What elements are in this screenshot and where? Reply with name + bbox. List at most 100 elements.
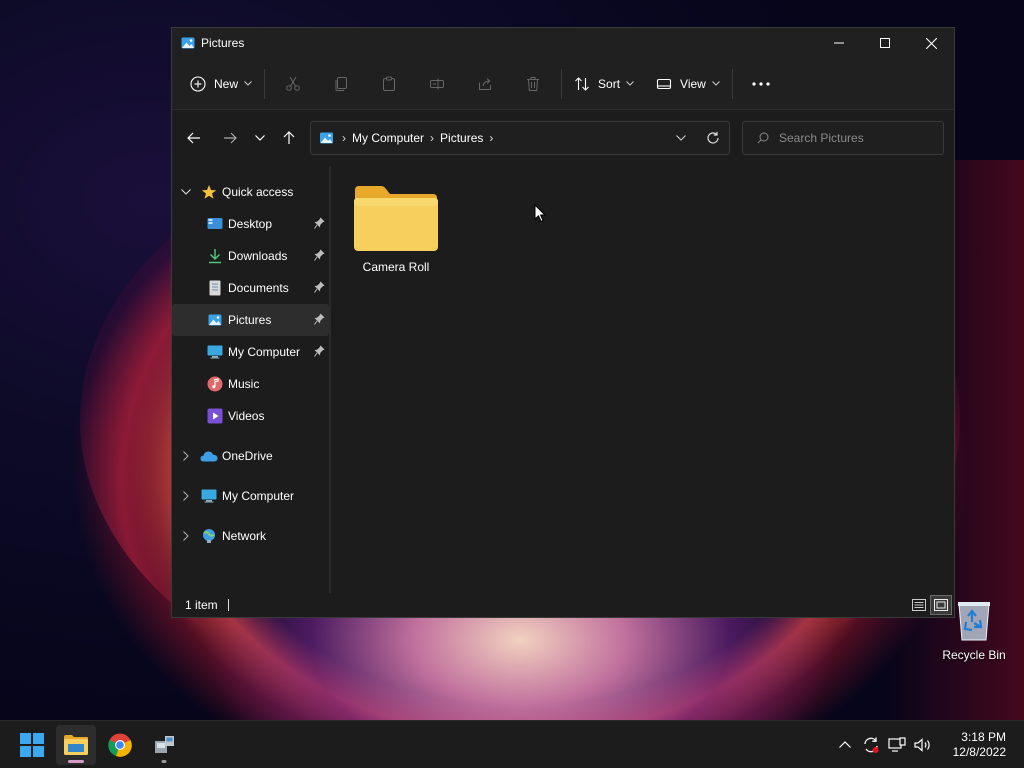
sidebar-item-network[interactable]: Network (172, 520, 329, 552)
maximize-icon (880, 38, 890, 48)
address-history-button[interactable] (665, 122, 697, 154)
expand-toggle[interactable] (178, 189, 194, 195)
windows-logo-icon (20, 732, 44, 757)
view-label: View (680, 76, 706, 91)
chevron-down-icon (244, 81, 252, 86)
navigation-pane[interactable]: Quick access Desktop Downloads Documents… (172, 166, 329, 593)
title-bar[interactable]: Pictures (172, 28, 954, 58)
breadcrumb-separator: › (489, 131, 494, 145)
show-hidden-icons-button[interactable] (833, 733, 857, 757)
maximize-button[interactable] (862, 28, 908, 58)
expand-toggle[interactable] (178, 491, 194, 501)
address-bar[interactable]: › My Computer › Pictures › (310, 121, 730, 155)
forward-button[interactable] (214, 122, 246, 154)
sidebar-item-downloads[interactable]: Downloads (172, 240, 329, 272)
clock-date: 12/8/2022 (952, 744, 1006, 759)
sidebar-item-my-computer[interactable]: My Computer (172, 336, 329, 368)
sidebar-item-label: Desktop (228, 217, 273, 231)
refresh-icon (707, 131, 719, 144)
rename-icon (430, 78, 445, 89)
search-input[interactable] (779, 131, 929, 145)
sidebar-item-desktop[interactable]: Desktop (172, 208, 329, 240)
copy-icon (335, 76, 348, 91)
sidebar-item-documents[interactable]: Documents (172, 272, 329, 304)
explorer-body: Quick access Desktop Downloads Documents… (172, 166, 954, 593)
sidebar-item-videos[interactable]: Videos (172, 400, 329, 432)
rename-button[interactable] (413, 67, 461, 101)
taskbar-file-explorer[interactable] (56, 724, 96, 765)
delete-button[interactable] (509, 67, 557, 101)
view-button[interactable]: View (648, 67, 728, 101)
desktop-icon (206, 215, 224, 233)
folder-label: Camera Roll (362, 260, 430, 274)
chevron-right-icon (183, 451, 189, 461)
window-title: Pictures (201, 36, 245, 50)
sidebar-item-music[interactable]: Music (172, 368, 329, 400)
navigation-row: › My Computer › Pictures › (172, 110, 954, 166)
details-view-button[interactable] (908, 595, 930, 615)
refresh-button[interactable] (697, 122, 729, 154)
chevron-right-icon (183, 531, 189, 541)
file-explorer-icon (64, 734, 88, 755)
folder-icon (354, 186, 438, 251)
cut-button[interactable] (269, 67, 317, 101)
sidebar-item-label: Videos (228, 409, 265, 423)
sort-button[interactable]: Sort (566, 67, 642, 101)
file-list-area[interactable]: Camera Roll (331, 166, 954, 593)
sort-icon (575, 76, 589, 91)
pin-icon (314, 281, 325, 293)
sort-label: Sort (598, 76, 621, 91)
sidebar-item-pictures[interactable]: Pictures (172, 304, 329, 336)
sidebar-item-onedrive[interactable]: OneDrive (172, 440, 329, 472)
music-icon (206, 375, 224, 393)
chevron-down-icon (255, 135, 265, 141)
taskbar-chrome[interactable] (100, 725, 140, 765)
network-computer-icon (155, 735, 174, 753)
up-button[interactable] (274, 122, 304, 154)
folder-item-camera-roll[interactable]: Camera Roll (353, 184, 439, 274)
command-bar: New Sort View (172, 58, 954, 110)
mouse-cursor-icon (534, 204, 546, 223)
sidebar-item-quick-access[interactable]: Quick access (172, 176, 329, 208)
onedrive-icon (200, 447, 218, 465)
sidebar-item-label: Downloads (228, 249, 288, 263)
minimize-icon (834, 42, 844, 44)
recent-locations-button[interactable] (246, 122, 274, 154)
breadcrumb-my-computer[interactable]: My Computer (352, 131, 424, 145)
star-icon (200, 183, 218, 201)
share-button[interactable] (461, 67, 509, 101)
recycle-bin-icon (958, 602, 990, 641)
start-button[interactable] (12, 725, 52, 765)
copy-button[interactable] (317, 67, 365, 101)
arrow-left-icon (187, 132, 200, 144)
downloads-icon (206, 247, 224, 265)
chevron-up-icon (838, 741, 851, 748)
paste-icon (383, 76, 396, 91)
more-icon (752, 81, 770, 86)
volume-button[interactable] (911, 733, 935, 757)
network-status-button[interactable] (885, 733, 909, 757)
close-button[interactable] (908, 28, 954, 58)
minimize-button[interactable] (816, 28, 862, 58)
plus-circle-icon (190, 75, 206, 92)
back-button[interactable] (178, 122, 210, 154)
new-button[interactable]: New (182, 67, 260, 101)
taskbar-network-app[interactable] (144, 725, 184, 765)
sidebar-item-my-computer-root[interactable]: My Computer (172, 480, 329, 512)
sidebar-item-label: My Computer (222, 489, 295, 503)
more-options-button[interactable] (737, 67, 785, 101)
sync-status-button[interactable] (859, 733, 883, 757)
clock-time: 3:18 PM (961, 729, 1006, 744)
new-label: New (214, 76, 239, 91)
chevron-down-icon (181, 189, 191, 195)
expand-toggle[interactable] (178, 451, 194, 461)
expand-toggle[interactable] (178, 531, 194, 541)
chevron-down-icon (711, 81, 720, 86)
desktop-recycle-bin[interactable]: Recycle Bin (942, 600, 1006, 662)
breadcrumb-pictures[interactable]: Pictures (440, 131, 483, 145)
running-app-indicator (161, 759, 167, 763)
search-box[interactable] (742, 121, 944, 155)
sidebar-item-label: Pictures (228, 313, 272, 327)
taskbar-clock[interactable]: 3:18 PM 12/8/2022 (953, 730, 1006, 760)
paste-button[interactable] (365, 67, 413, 101)
